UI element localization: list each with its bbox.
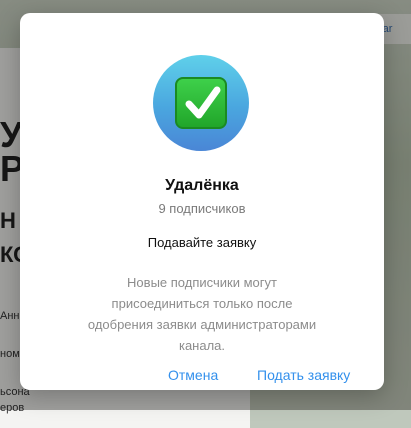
request-title: Подавайте заявку: [147, 235, 257, 250]
cancel-button[interactable]: Отмена: [168, 367, 218, 383]
subscriber-count: 9 подписчиков: [158, 201, 246, 216]
channel-name: Удалёнка: [165, 177, 239, 194]
check-mark-icon: [175, 77, 227, 129]
submit-request-button[interactable]: Подать заявку: [257, 367, 350, 383]
join-request-dialog: Удалёнка 9 подписчиков Подавайте заявку …: [20, 13, 384, 390]
request-description: Новые подписчики могут присоединиться то…: [87, 275, 317, 353]
channel-avatar: [153, 55, 249, 151]
